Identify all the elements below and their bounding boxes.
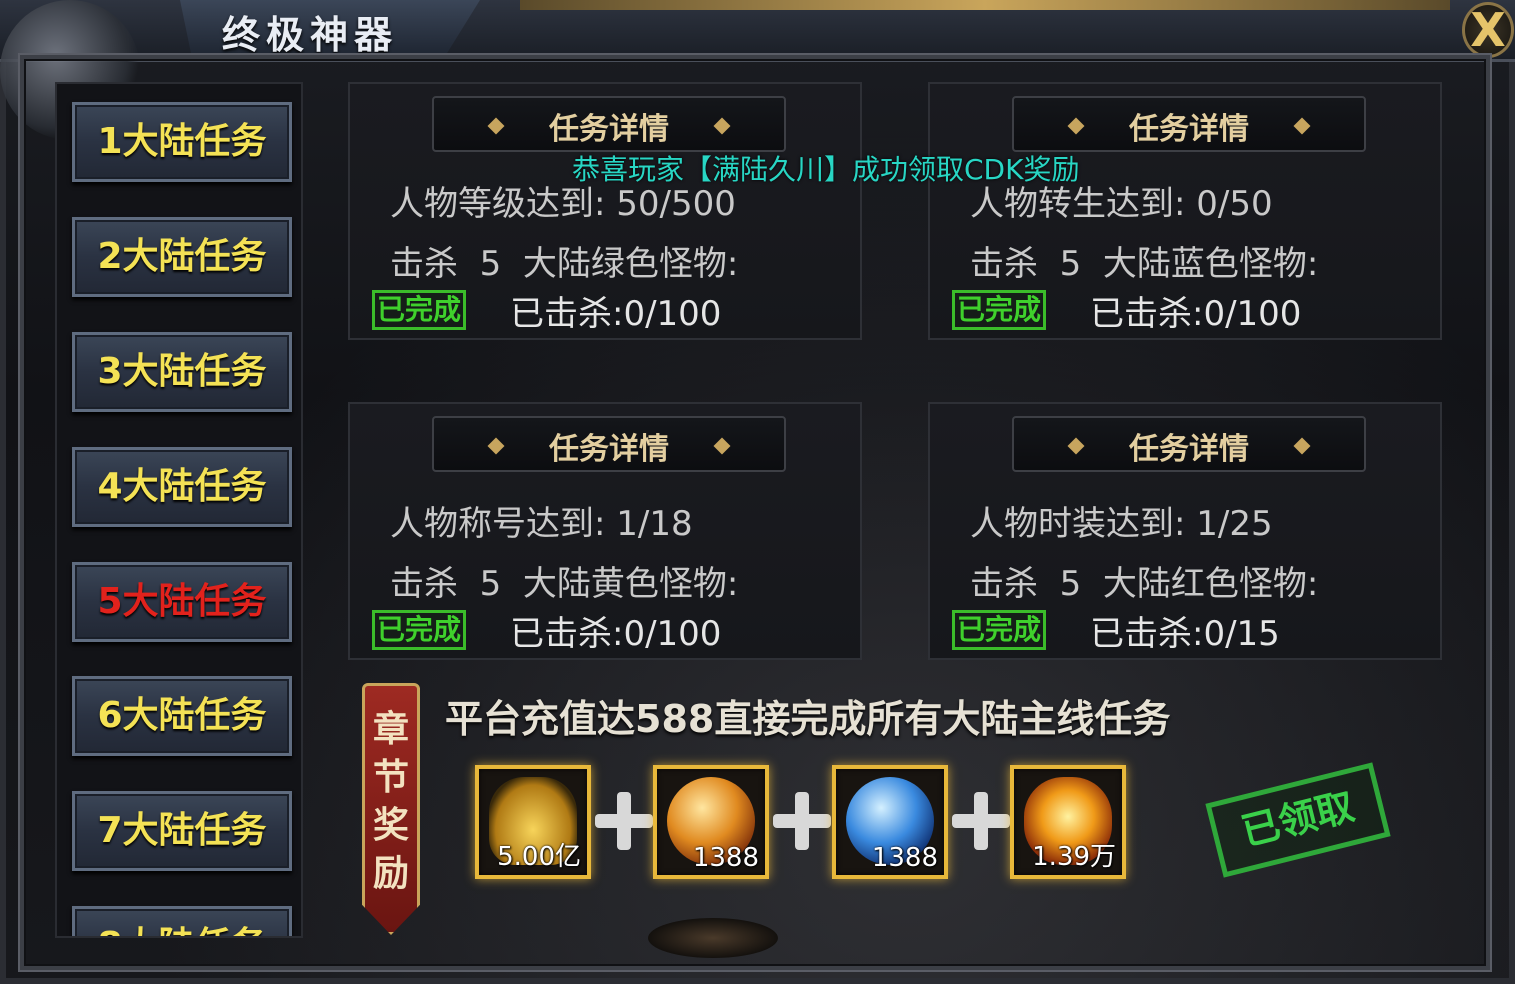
sidebar-item-continent-5[interactable]: 5大陆任务 xyxy=(72,562,292,642)
panel-header-label: 任务详情 xyxy=(549,112,669,147)
panel-header: 任务详情 xyxy=(432,416,786,472)
task-panel-title: 任务详情 人物称号达到: 1/18 击杀 5 大陆黄色怪物: 已完成 已击杀:0… xyxy=(348,402,862,660)
kill-progress: 已击杀:0/100 xyxy=(510,614,722,654)
task-panel-rebirth: 任务详情 人物转生达到: 0/50 击杀 5 大陆蓝色怪物: 已完成 已击杀:0… xyxy=(928,82,1442,340)
sidebar-item-continent-7[interactable]: 7大陆任务 xyxy=(72,791,292,871)
kill-count: 5 xyxy=(1059,564,1082,604)
panel-header: 任务详情 xyxy=(1012,96,1366,152)
reward-slot-gold[interactable]: 5.00亿 xyxy=(475,765,591,879)
sidebar-item-continent-2[interactable]: 2大陆任务 xyxy=(72,217,292,297)
banner-char: 奖 xyxy=(372,805,409,846)
sidebar-item-continent-6[interactable]: 6大陆任务 xyxy=(72,676,292,756)
decorative-top-strip xyxy=(520,0,1450,10)
kill-count: 5 xyxy=(479,564,502,604)
sidebar-item-continent-8[interactable]: 8大陆任务 xyxy=(72,906,292,936)
panel-header-label: 任务详情 xyxy=(1129,432,1249,467)
kill-count: 5 xyxy=(1059,244,1082,284)
recharge-promo-text: 平台充值达588直接完成所有大陆主线任务 xyxy=(445,697,1171,741)
reward-quantity: 1.39万 xyxy=(1032,842,1116,872)
banner-char: 节 xyxy=(372,757,409,798)
task-kill-line: 击杀 5 大陆蓝色怪物: xyxy=(970,236,1318,285)
panel-header: 任务详情 xyxy=(1012,416,1366,472)
sidebar-item-continent-4[interactable]: 4大陆任务 xyxy=(72,447,292,527)
monster-type: 大陆蓝色怪物: xyxy=(1102,244,1319,284)
reward-slot-fire-orb[interactable]: 1388 xyxy=(653,765,769,879)
completed-badge: 已完成 xyxy=(372,610,466,650)
reward-quantity: 1388 xyxy=(871,843,938,873)
reward-quantity: 1388 xyxy=(692,843,759,873)
banner-char: 章 xyxy=(372,709,409,750)
monster-type: 大陆红色怪物: xyxy=(1102,564,1319,604)
completed-badge: 已完成 xyxy=(952,290,1046,330)
kill-prefix: 击杀 xyxy=(390,244,458,284)
window-title: 终极神器 xyxy=(222,12,399,57)
continent-task-sidebar[interactable]: 1大陆任务 2大陆任务 3大陆任务 4大陆任务 5大陆任务 6大陆任务 7大陆任… xyxy=(55,82,303,938)
kill-prefix: 击杀 xyxy=(970,244,1038,284)
kill-progress: 已击杀:0/15 xyxy=(1090,614,1280,654)
reward-slot-ice-orb[interactable]: 1388 xyxy=(832,765,948,879)
task-requirement: 人物称号达到: 1/18 xyxy=(390,504,693,544)
panel-header: 任务详情 xyxy=(432,96,786,152)
system-broadcast: 恭喜玩家【满陆久川】成功领取CDK奖励 xyxy=(572,153,1080,186)
plus-icon xyxy=(593,790,653,850)
plus-icon xyxy=(950,790,1010,850)
kill-progress: 已击杀:0/100 xyxy=(510,294,722,334)
plus-icon xyxy=(771,790,831,850)
panel-header-label: 任务详情 xyxy=(549,432,669,467)
sidebar-item-continent-1[interactable]: 1大陆任务 xyxy=(72,102,292,182)
banner-char: 励 xyxy=(372,853,409,894)
close-button[interactable]: X xyxy=(1462,2,1514,58)
reward-quantity: 5.00亿 xyxy=(497,842,581,872)
sidebar-item-continent-3[interactable]: 3大陆任务 xyxy=(72,332,292,412)
kill-prefix: 击杀 xyxy=(390,564,458,604)
completed-badge: 已完成 xyxy=(372,290,466,330)
task-panel-fashion: 任务详情 人物时装达到: 1/25 击杀 5 大陆红色怪物: 已完成 已击杀:0… xyxy=(928,402,1442,660)
completed-badge: 已完成 xyxy=(952,610,1046,650)
decorative-orb xyxy=(648,918,778,958)
kill-count: 5 xyxy=(479,244,502,284)
monster-type: 大陆绿色怪物: xyxy=(522,244,739,284)
monster-type: 大陆黄色怪物: xyxy=(522,564,739,604)
panel-header-label: 任务详情 xyxy=(1129,112,1249,147)
reward-slot-flame-dragon[interactable]: 1.39万 xyxy=(1010,765,1126,879)
task-kill-line: 击杀 5 大陆红色怪物: xyxy=(970,556,1318,605)
task-kill-line: 击杀 5 大陆绿色怪物: xyxy=(390,236,738,285)
task-panel-level: 任务详情 人物等级达到: 50/500 击杀 5 大陆绿色怪物: 已完成 已击杀… xyxy=(348,82,862,340)
task-kill-line: 击杀 5 大陆黄色怪物: xyxy=(390,556,738,605)
chapter-reward-banner: 章 节 奖 励 xyxy=(362,683,420,935)
kill-progress: 已击杀:0/100 xyxy=(1090,294,1302,334)
kill-prefix: 击杀 xyxy=(970,564,1038,604)
task-requirement: 人物时装达到: 1/25 xyxy=(970,504,1273,544)
